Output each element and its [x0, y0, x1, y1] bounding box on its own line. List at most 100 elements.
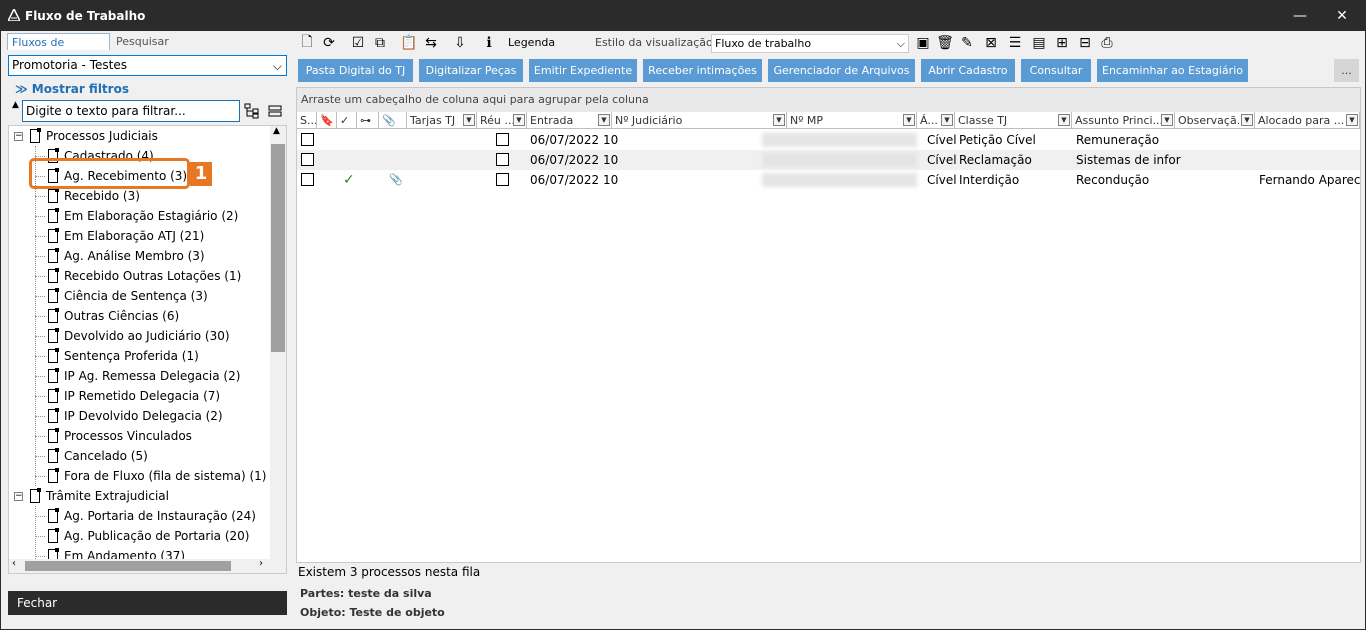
tree-node[interactable]: Em Elaboração ATJ (21) — [35, 226, 204, 246]
column-header[interactable]: Réu ... ▼ — [477, 112, 527, 129]
legend-icon[interactable]: ℹ — [480, 34, 498, 52]
legend-label[interactable]: Legenda — [508, 36, 555, 49]
column-filter-icon[interactable]: ▼ — [773, 114, 785, 126]
tree-node[interactable]: IP Remetido Delegacia (7) — [35, 386, 220, 406]
pasta-digital-button[interactable]: Pasta Digital do TJ — [298, 59, 413, 82]
refresh-icon[interactable]: ⟳ — [320, 34, 338, 52]
column-header[interactable]: Alocado para ... ▼ — [1255, 112, 1360, 129]
column-header[interactable]: Tarjas TJ ▼ — [407, 112, 477, 129]
tree-node[interactable]: − Trâmite Extrajudicial — [14, 486, 169, 506]
tree-expander-icon[interactable]: − — [14, 492, 23, 501]
flow-select[interactable]: Promotoria - Testes ⌵ — [8, 55, 287, 76]
tree-node[interactable]: Em Elaboração Estagiário (2) — [35, 206, 238, 226]
tree-node[interactable]: Cancelado (5) — [35, 446, 148, 466]
close-button[interactable]: Fechar — [8, 591, 287, 615]
select-checkbox[interactable] — [301, 133, 314, 146]
table-row[interactable]: ✓ 📎 06/07/2022 10 Cível Interdição Recondução… — [297, 170, 1361, 190]
close-window-button[interactable]: ✕ — [1319, 1, 1365, 31]
column-filter-icon[interactable]: ▼ — [513, 114, 525, 126]
more-actions-button[interactable]: ... — [1334, 59, 1359, 82]
column-filter-icon[interactable]: ▼ — [941, 114, 953, 126]
column-filter-icon[interactable]: ▼ — [598, 114, 610, 126]
copy-icon[interactable]: ⧉ — [371, 34, 389, 52]
column-header[interactable]: Nº Judiciário ▼ — [612, 112, 787, 129]
collapse-all-icon[interactable]: ⊟ — [1076, 34, 1094, 52]
tree-node[interactable]: − Processos Judiciais — [14, 126, 158, 146]
select-checkbox[interactable] — [301, 153, 314, 166]
excel-icon[interactable]: ⊠ — [982, 34, 1000, 52]
column-header[interactable]: Entrada ▼ — [527, 112, 612, 129]
delete-icon[interactable]: 🗑 — [936, 34, 954, 52]
column-header[interactable]: ⊶ — [357, 112, 379, 129]
attachment-icon[interactable]: 📎 — [389, 170, 403, 190]
expand-all-icon[interactable]: ⊞ — [1053, 34, 1071, 52]
table-row[interactable]: 06/07/2022 10 Cível Reclamação Sistemas de … — [297, 150, 1360, 170]
column-filter-icon[interactable]: ▼ — [1346, 114, 1358, 126]
column-header[interactable]: 📎 — [379, 112, 407, 129]
scroll-left-icon[interactable]: ‹ — [12, 558, 16, 569]
tab-pesquisar[interactable]: Pesquisar — [112, 33, 178, 50]
notes-icon[interactable]: ☰ — [1006, 34, 1024, 52]
download-icon[interactable]: ⇩ — [451, 34, 469, 52]
tree-node[interactable]: IP Devolvido Delegacia (2) — [35, 406, 223, 426]
column-header[interactable]: Classe TJ ▼ — [955, 112, 1072, 129]
tree-node[interactable]: Ciência de Sentença (3) — [35, 286, 208, 306]
filter-input[interactable]: Digite o texto para filtrar... — [22, 100, 240, 122]
encaminhar-estagiario-button[interactable]: Encaminhar ao Estagiário — [1097, 59, 1248, 82]
tree-node[interactable]: Recebido Outras Lotações (1) — [35, 266, 241, 286]
scroll-up-icon[interactable]: ▲ — [273, 126, 280, 136]
hscroll-thumb[interactable] — [25, 561, 231, 571]
tree-node[interactable]: Ag. Publicação de Portaria (20) — [35, 526, 249, 546]
column-header[interactable]: ✓ — [337, 112, 357, 129]
tree-node[interactable]: Ag. Análise Membro (3) — [35, 246, 205, 266]
clipboard-icon[interactable]: 📋 — [400, 34, 418, 52]
tree-node[interactable]: Ag. Portaria de Instauração (24) — [35, 506, 256, 526]
column-filter-icon[interactable]: ▼ — [1241, 114, 1253, 126]
scroll-thumb[interactable] — [271, 144, 285, 352]
gerenciador-arquivos-button[interactable]: Gerenciador de Arquivos — [768, 59, 915, 82]
group-by-bar[interactable]: Arraste um cabeçalho de coluna aqui para… — [297, 88, 1360, 112]
digitalizar-pecas-button[interactable]: Digitalizar Peças — [419, 59, 523, 82]
scroll-right-icon[interactable]: › — [259, 558, 263, 569]
column-header[interactable]: Nº MP ▼ — [787, 112, 917, 129]
table-row[interactable]: 06/07/2022 10 Cível Petição Cível Remuneraç… — [297, 130, 1360, 150]
checklist-icon[interactable]: ☑ — [349, 34, 367, 52]
column-filter-icon[interactable]: ▼ — [1161, 114, 1173, 126]
print-icon[interactable]: ⎙ — [1098, 34, 1116, 52]
tree-node[interactable]: IP Ag. Remessa Delegacia (2) — [35, 366, 240, 386]
tree-vertical-scrollbar[interactable]: ▲ — [270, 126, 286, 573]
column-header[interactable]: Observaçã... ▼ — [1175, 112, 1255, 129]
column-filter-icon[interactable]: ▼ — [1058, 114, 1070, 126]
reu-preso-checkbox[interactable] — [496, 173, 509, 186]
abrir-cadastro-button[interactable]: Abrir Cadastro — [921, 59, 1015, 82]
column-header[interactable]: Á... ▼ — [917, 112, 955, 129]
tree-node[interactable]: Fora de Fluxo (fila de sistema) (1) — [35, 466, 266, 486]
tab-fluxos[interactable]: Fluxos de trabalho — [7, 33, 110, 66]
new-document-icon[interactable]: 🗋 — [298, 34, 316, 52]
column-header[interactable]: Assunto Princi... ▼ — [1072, 112, 1175, 129]
view-style-select[interactable]: Fluxo de trabalho ⌵ — [711, 34, 909, 53]
tree-node[interactable]: Processos Vinculados — [35, 426, 192, 446]
reu-preso-checkbox[interactable] — [496, 153, 509, 166]
save-icon[interactable]: ▣ — [914, 34, 932, 52]
tree-expander-icon[interactable]: − — [14, 132, 23, 141]
emitir-expediente-button[interactable]: Emitir Expediente — [529, 59, 637, 82]
reu-preso-checkbox[interactable] — [496, 133, 509, 146]
tree-node[interactable]: Recebido (3) — [35, 186, 140, 206]
receber-intimacoes-button[interactable]: Receber intimações — [643, 59, 762, 82]
tree-node[interactable]: Outras Ciências (6) — [35, 306, 179, 326]
expand-tree-icon[interactable] — [244, 103, 260, 119]
consultar-button[interactable]: Consultar — [1021, 59, 1091, 82]
collapse-tree-icon[interactable] — [267, 103, 283, 119]
transfer-icon[interactable]: ⇆ — [422, 34, 440, 52]
tree-node[interactable]: Sentença Proferida (1) — [35, 346, 199, 366]
select-checkbox[interactable] — [301, 173, 314, 186]
tree-horizontal-scrollbar[interactable]: ‹ › — [9, 558, 271, 573]
minimize-button[interactable]: — — [1277, 1, 1323, 31]
edit-icon[interactable]: ✎ — [958, 34, 976, 52]
comment-icon[interactable]: ▤ — [1030, 34, 1048, 52]
column-filter-icon[interactable]: ▼ — [903, 114, 915, 126]
column-header[interactable]: 🔖 — [317, 112, 337, 129]
column-header[interactable]: S... — [297, 112, 317, 129]
tree-node[interactable]: Devolvido ao Judiciário (30) — [35, 326, 230, 346]
